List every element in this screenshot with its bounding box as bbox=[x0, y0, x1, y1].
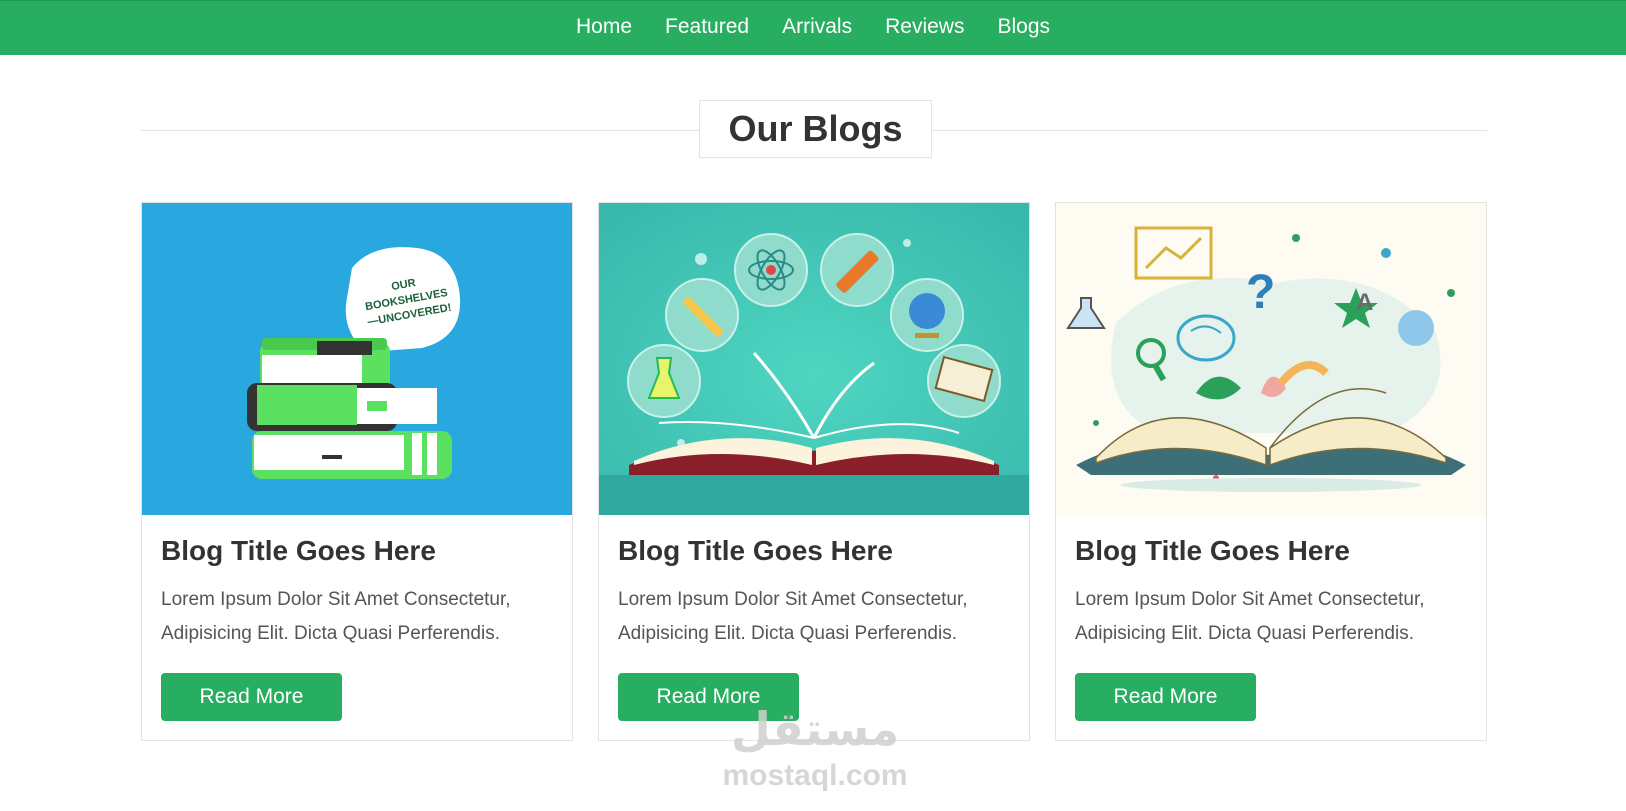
blog-card: Blog Title Goes Here Lorem Ipsum Dolor S… bbox=[598, 202, 1030, 741]
card-body: Blog Title Goes Here Lorem Ipsum Dolor S… bbox=[161, 533, 561, 651]
blog-card: OUR BOOKSHELVES —UNCOVERED! Blog Title G… bbox=[141, 202, 573, 741]
card-title: Blog Title Goes Here bbox=[161, 535, 436, 566]
card-text-line: Adipisicing Elit. Dicta Quasi Perferendi… bbox=[1075, 623, 1414, 644]
page-title: Our Blogs bbox=[699, 100, 932, 158]
card-title: Blog Title Goes Here bbox=[1075, 535, 1350, 566]
nav-link-blogs[interactable]: Blogs bbox=[997, 15, 1050, 41]
blog-card: ? A Blog Title Goes Here Lorem Ipsum Dol… bbox=[1055, 202, 1487, 741]
card-title: Blog Title Goes Here bbox=[618, 535, 893, 566]
read-more-button[interactable]: Read More bbox=[1075, 673, 1256, 721]
card-body: Blog Title Goes Here Lorem Ipsum Dolor S… bbox=[1075, 533, 1475, 651]
section-heading: Our Blogs bbox=[141, 100, 1487, 158]
top-navbar: Home Featured Arrivals Reviews Blogs bbox=[0, 0, 1626, 55]
watermark-arabic-text: مستقل bbox=[730, 702, 900, 756]
svg-text:?: ? bbox=[1246, 266, 1275, 319]
open-book-doodle-illustration: ? A bbox=[1056, 203, 1486, 515]
nav-link-home[interactable]: Home bbox=[576, 15, 632, 41]
nav-link-reviews[interactable]: Reviews bbox=[885, 15, 964, 41]
card-body: Blog Title Goes Here Lorem Ipsum Dolor S… bbox=[618, 533, 1018, 651]
nav-link-featured[interactable]: Featured bbox=[665, 15, 749, 41]
card-text: Lorem Ipsum Dolor Sit Amet Consectetur, … bbox=[1075, 583, 1475, 651]
books-stack-illustration: OUR BOOKSHELVES —UNCOVERED! bbox=[142, 203, 572, 515]
card-text-line: Lorem Ipsum Dolor Sit Amet Consectetur, bbox=[161, 589, 511, 610]
read-more-button[interactable]: Read More bbox=[161, 673, 342, 721]
card-text-line: Adipisicing Elit. Dicta Quasi Perferendi… bbox=[618, 623, 957, 644]
card-text: Lorem Ipsum Dolor Sit Amet Consectetur, … bbox=[161, 583, 561, 651]
blog-cards: OUR BOOKSHELVES —UNCOVERED! Blog Title G… bbox=[141, 202, 1487, 741]
watermark-latin-text: mostaql.com bbox=[722, 759, 908, 792]
card-text-line: Lorem Ipsum Dolor Sit Amet Consectetur, bbox=[1075, 589, 1425, 610]
card-text: Lorem Ipsum Dolor Sit Amet Consectetur, … bbox=[618, 583, 1018, 651]
svg-text:A: A bbox=[1356, 289, 1373, 316]
nav-link-arrivals[interactable]: Arrivals bbox=[782, 15, 852, 41]
card-text-line: Adipisicing Elit. Dicta Quasi Perferendi… bbox=[161, 623, 500, 644]
card-text-line: Lorem Ipsum Dolor Sit Amet Consectetur, bbox=[618, 589, 968, 610]
education-book-illustration bbox=[599, 203, 1029, 515]
watermark: مستقل mostaql.com bbox=[700, 700, 930, 805]
